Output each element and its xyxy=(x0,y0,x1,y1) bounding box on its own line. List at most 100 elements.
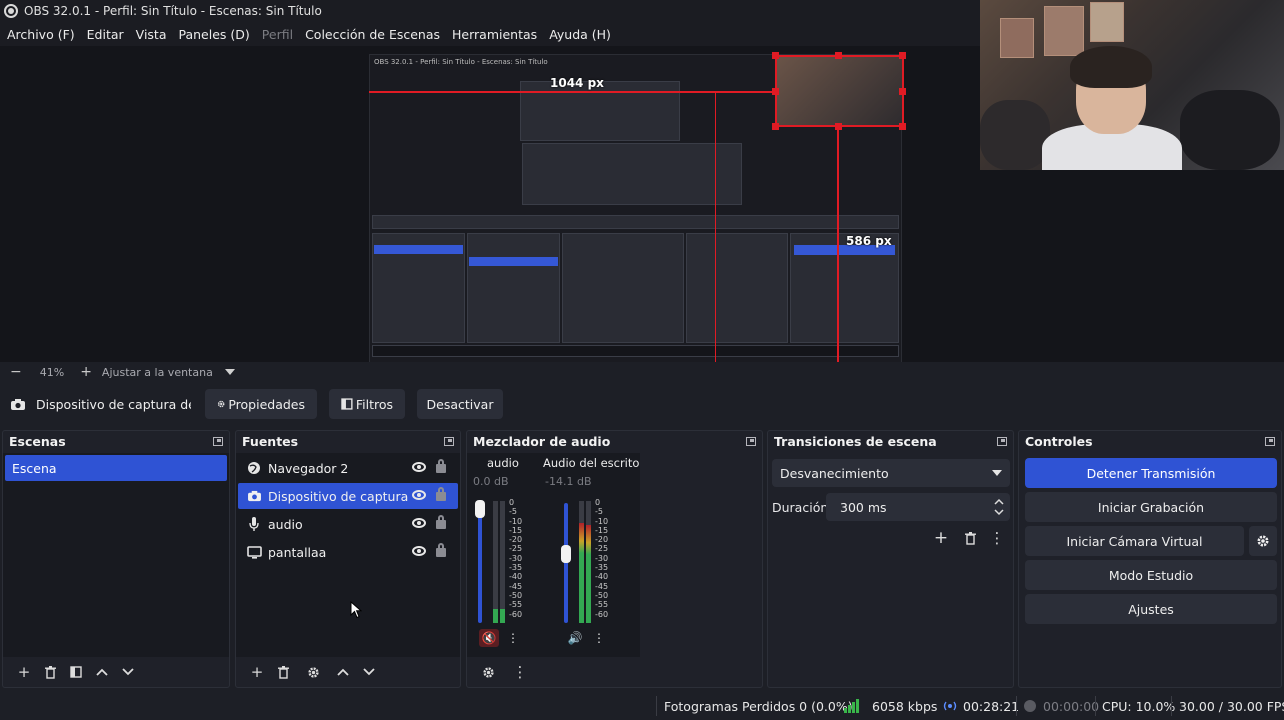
advanced-audio-gear-icon[interactable] xyxy=(475,661,501,683)
speaker-icon[interactable]: 🔊 xyxy=(565,629,585,647)
trash-icon[interactable] xyxy=(959,527,981,549)
zoom-bar: − 41% + Ajustar a la ventana xyxy=(0,362,1284,382)
menu-herramientas[interactable]: Herramientas xyxy=(447,27,542,42)
trash-icon[interactable] xyxy=(270,661,296,683)
nested-guide-vertical xyxy=(715,92,716,362)
mute-speaker-icon[interactable]: 🔇 xyxy=(479,629,499,647)
move-up-icon[interactable] xyxy=(330,661,356,683)
resize-handle[interactable] xyxy=(772,88,779,95)
move-down-icon[interactable] xyxy=(356,661,382,683)
add-transition-icon[interactable]: + xyxy=(930,527,952,549)
volume-slider[interactable] xyxy=(478,503,482,623)
visibility-eye-icon[interactable] xyxy=(412,518,426,528)
settings-button[interactable]: Ajustes xyxy=(1025,594,1277,624)
gear-icon[interactable] xyxy=(300,661,326,683)
transition-selected-value: Desvanecimiento xyxy=(780,465,889,481)
undock-icon[interactable] xyxy=(444,436,454,446)
menu-coleccion-escenas[interactable]: Colección de Escenas xyxy=(300,27,445,42)
resize-handle[interactable] xyxy=(772,52,779,59)
mixer-menu-kebab-icon[interactable]: ⋮ xyxy=(507,661,533,683)
resize-handle[interactable] xyxy=(899,52,906,59)
record-time: 00:00:00 xyxy=(1043,699,1100,714)
menu-vista[interactable]: Vista xyxy=(131,27,172,42)
lock-icon[interactable] xyxy=(436,543,446,557)
virtual-camera-settings-gear-icon[interactable] xyxy=(1249,526,1277,556)
transition-select[interactable]: Desvanecimiento xyxy=(772,459,1010,487)
streaming-broadcast-icon xyxy=(943,701,957,711)
undock-icon[interactable] xyxy=(997,436,1007,446)
source-item[interactable]: pantallaa xyxy=(238,539,458,565)
visibility-eye-icon[interactable] xyxy=(412,462,426,472)
spin-arrows-icon[interactable] xyxy=(994,497,1004,517)
channel-menu-kebab-icon[interactable]: ⋮ xyxy=(503,629,523,647)
zoom-out-button[interactable]: − xyxy=(10,364,22,380)
mixer-title: Mezclador de audio xyxy=(473,433,611,449)
volume-slider-handle[interactable] xyxy=(561,545,571,563)
source-label: audio xyxy=(268,516,303,532)
db-scale-tick: -40 xyxy=(595,572,609,582)
menu-paneles[interactable]: Paneles (D) xyxy=(174,27,255,42)
resize-handle[interactable] xyxy=(899,88,906,95)
source-item-selected[interactable]: Dispositivo de captura de xyxy=(238,483,458,509)
properties-button[interactable]: Propiedades xyxy=(205,389,317,419)
controls-title: Controles xyxy=(1025,433,1093,449)
cpu-usage: CPU: 10.0% xyxy=(1102,699,1176,714)
zoom-in-button[interactable]: + xyxy=(80,364,92,380)
resize-handle[interactable] xyxy=(835,123,842,130)
person-hair xyxy=(1070,46,1152,88)
move-up-icon[interactable] xyxy=(89,661,115,683)
trash-icon[interactable] xyxy=(37,661,63,683)
start-recording-button[interactable]: Iniciar Grabación xyxy=(1025,492,1277,522)
deactivate-button[interactable]: Desactivar xyxy=(417,389,503,419)
source-item[interactable]: Navegador 2 xyxy=(238,455,458,481)
add-icon[interactable]: + xyxy=(11,661,37,683)
volume-slider-handle[interactable] xyxy=(475,500,485,518)
recording-status-icon xyxy=(1024,700,1036,712)
channel-menu-kebab-icon[interactable]: ⋮ xyxy=(589,629,609,647)
scene-item[interactable]: Escena xyxy=(5,455,227,481)
transform-guide-vertical xyxy=(837,126,839,362)
volume-slider[interactable] xyxy=(564,503,568,623)
undock-icon[interactable] xyxy=(746,436,756,446)
menu-editar[interactable]: Editar xyxy=(82,27,129,42)
resize-handle[interactable] xyxy=(899,123,906,130)
scene-label: Escena xyxy=(12,460,57,476)
visibility-eye-icon[interactable] xyxy=(412,490,426,500)
lock-icon[interactable] xyxy=(436,487,446,501)
resize-handle[interactable] xyxy=(835,52,842,59)
undock-icon[interactable] xyxy=(213,436,223,446)
undock-icon[interactable] xyxy=(1265,436,1275,446)
fit-window-label[interactable]: Ajustar a la ventana xyxy=(102,366,213,379)
add-icon[interactable]: + xyxy=(244,661,270,683)
transition-menu-kebab-icon[interactable]: ⋮ xyxy=(986,527,1008,549)
duration-spinbox[interactable]: 300 ms xyxy=(826,493,1010,521)
lock-icon[interactable] xyxy=(436,515,446,529)
deactivate-label: Desactivar xyxy=(426,396,494,412)
divider xyxy=(656,696,657,716)
resize-handle[interactable] xyxy=(772,123,779,130)
zoom-dropdown-icon[interactable] xyxy=(224,369,235,375)
divider xyxy=(1171,696,1172,716)
filter-icon[interactable] xyxy=(63,661,89,683)
level-meter xyxy=(493,501,498,623)
source-item[interactable]: audio xyxy=(238,511,458,537)
selected-source-bounds[interactable] xyxy=(775,55,904,127)
filters-button[interactable]: Filtros xyxy=(329,389,405,419)
studio-mode-button[interactable]: Modo Estudio xyxy=(1025,560,1277,590)
start-virtual-camera-label: Iniciar Cámara Virtual xyxy=(1066,533,1203,549)
start-virtual-camera-button[interactable]: Iniciar Cámara Virtual xyxy=(1025,526,1244,556)
visibility-eye-icon[interactable] xyxy=(412,546,426,556)
source-label: Navegador 2 xyxy=(268,460,349,476)
filter-icon xyxy=(341,398,353,410)
db-scale-tick: -25 xyxy=(595,544,609,554)
source-toolbar: Dispositivo de captura de v Propiedades … xyxy=(0,386,1284,422)
nested-preview-block xyxy=(522,143,742,205)
nested-preview-block xyxy=(520,81,680,141)
move-down-icon[interactable] xyxy=(115,661,141,683)
menu-archivo[interactable]: Archivo (F) xyxy=(2,27,80,42)
nested-window-title: OBS 32.0.1 - Perfil: Sin Título - Escena… xyxy=(374,58,548,66)
audio-mixer-dock: Mezclador de audio audio 0.0 dB 0 -5 -10 -1… xyxy=(466,430,763,688)
menu-ayuda[interactable]: Ayuda (H) xyxy=(544,27,616,42)
stop-streaming-button[interactable]: Detener Transmisión xyxy=(1025,458,1277,488)
lock-icon[interactable] xyxy=(436,459,446,473)
